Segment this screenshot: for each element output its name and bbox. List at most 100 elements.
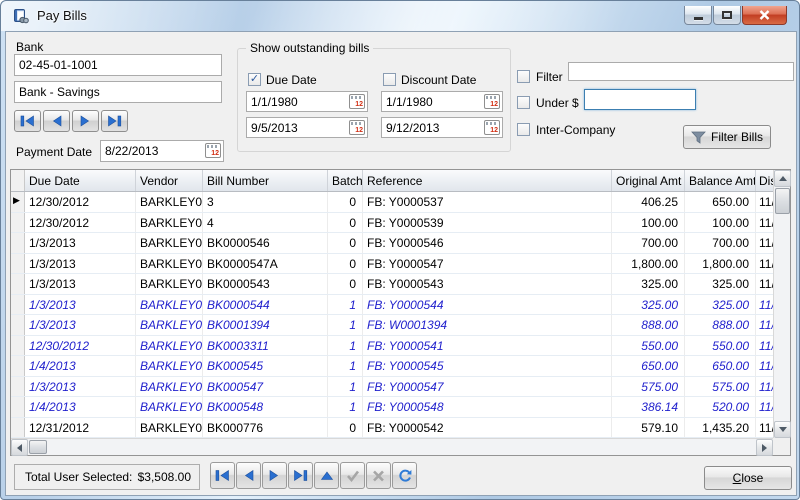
bank-account-input[interactable]: 02-45-01-1001 bbox=[14, 54, 222, 76]
col-reference[interactable]: Reference bbox=[363, 170, 612, 191]
due-date-checkbox-label[interactable]: Due Date bbox=[266, 73, 317, 87]
col-bill-number[interactable]: Bill Number bbox=[203, 170, 328, 191]
calendar-icon[interactable] bbox=[484, 94, 500, 109]
cell-vendor: BARKLEY001 bbox=[136, 295, 203, 315]
previous-record-icon bbox=[50, 115, 63, 127]
scroll-up-button[interactable] bbox=[774, 170, 791, 187]
inter-company-checkbox-label[interactable]: Inter-Company bbox=[536, 123, 615, 137]
grid-row[interactable]: 1/4/2013BARKLEY001BK0005451FB: Y00005456… bbox=[11, 356, 790, 377]
grid-row[interactable]: 1/3/2013BARKLEY001BK00005460FB: Y0000546… bbox=[11, 233, 790, 254]
grid-row[interactable]: 1/3/2013BARKLEY001BK00013941FB: W0001394… bbox=[11, 315, 790, 336]
cell-vendor: BARKLEY001 bbox=[136, 377, 203, 397]
row-pointer: ▶ bbox=[11, 192, 25, 212]
scroll-left-button[interactable] bbox=[11, 439, 28, 456]
cell-vendor: BARKLEY001 bbox=[136, 418, 203, 438]
vertical-scroll-thumb[interactable] bbox=[775, 188, 790, 214]
under-amount-checkbox[interactable] bbox=[517, 96, 530, 109]
first-bill-button[interactable] bbox=[210, 462, 235, 489]
cell-bill-number: BK000545 bbox=[203, 356, 328, 376]
discount-date-checkbox-label[interactable]: Discount Date bbox=[401, 73, 476, 87]
discount-date-checkbox[interactable] bbox=[383, 73, 396, 86]
cell-due-date: 1/4/2013 bbox=[25, 356, 136, 376]
grid-row[interactable]: 12/31/2012BARKLEY001BK0007760FB: Y000054… bbox=[11, 418, 790, 439]
cell-balance-amt: 520.00 bbox=[685, 397, 756, 417]
next-bill-button[interactable] bbox=[262, 462, 287, 489]
discount-date-from-input[interactable]: 1/1/1980 bbox=[381, 91, 503, 112]
previous-record-button[interactable] bbox=[43, 110, 70, 132]
cell-reference: FB: Y0000548 bbox=[363, 397, 612, 417]
scroll-right-icon bbox=[762, 444, 767, 452]
cell-balance-amt: 325.00 bbox=[685, 295, 756, 315]
close-window-button[interactable] bbox=[742, 6, 787, 25]
col-vendor[interactable]: Vendor bbox=[136, 170, 203, 191]
cell-reference: FB: Y0000541 bbox=[363, 336, 612, 356]
horizontal-scrollbar[interactable] bbox=[11, 438, 773, 455]
grid-row[interactable]: 1/3/2013BARKLEY001BK00005430FB: Y0000543… bbox=[11, 274, 790, 295]
due-date-from-input[interactable]: 1/1/1980 bbox=[246, 91, 368, 112]
col-balance-amt[interactable]: Balance Amt bbox=[685, 170, 756, 191]
close-button[interactable]: Close bbox=[704, 466, 792, 490]
window-title: Pay Bills bbox=[37, 8, 87, 23]
scroll-right-button[interactable] bbox=[756, 439, 773, 456]
first-record-button[interactable] bbox=[14, 110, 41, 132]
col-selector bbox=[11, 170, 25, 191]
calendar-icon[interactable] bbox=[349, 120, 365, 135]
cell-balance-amt: 575.00 bbox=[685, 377, 756, 397]
cell-due-date: 1/3/2013 bbox=[25, 274, 136, 294]
under-amount-input[interactable] bbox=[584, 89, 696, 110]
col-batch[interactable]: Batch bbox=[328, 170, 363, 191]
due-date-checkbox[interactable]: ✓ bbox=[248, 73, 261, 86]
minimize-icon bbox=[694, 17, 703, 20]
vertical-scrollbar[interactable] bbox=[773, 170, 790, 438]
cell-batch: 0 bbox=[328, 274, 363, 294]
cell-discount-date: 11/ bbox=[756, 377, 773, 397]
refresh-button[interactable] bbox=[392, 462, 417, 489]
grid-row[interactable]: 1/4/2013BARKLEY001BK0005481FB: Y00005483… bbox=[11, 397, 790, 418]
payment-date-input[interactable]: 8/22/2013 bbox=[100, 140, 224, 162]
calendar-icon[interactable] bbox=[205, 143, 221, 158]
cell-original-amt: 550.00 bbox=[612, 336, 685, 356]
minimize-button[interactable] bbox=[684, 6, 712, 25]
cancel-button[interactable] bbox=[366, 462, 391, 489]
grid-row[interactable]: 12/30/2012BARKLEY00140FB: Y0000539100.00… bbox=[11, 213, 790, 234]
row-pointer bbox=[11, 377, 25, 397]
bank-name-input[interactable]: Bank - Savings bbox=[14, 81, 222, 103]
inter-company-checkbox[interactable] bbox=[517, 123, 530, 136]
cell-due-date: 1/3/2013 bbox=[25, 377, 136, 397]
cell-balance-amt: 650.00 bbox=[685, 356, 756, 376]
cell-discount-date: 11/ bbox=[756, 397, 773, 417]
accept-button[interactable] bbox=[340, 462, 365, 489]
horizontal-scroll-thumb[interactable] bbox=[29, 440, 47, 454]
filter-checkbox-label[interactable]: Filter bbox=[536, 70, 563, 84]
grid-row[interactable]: 1/3/2013BARKLEY001BK0005471FB: Y00005475… bbox=[11, 377, 790, 398]
grid-row[interactable]: 1/3/2013BARKLEY001BK0000547A0FB: Y000054… bbox=[11, 254, 790, 275]
last-bill-button[interactable] bbox=[288, 462, 313, 489]
last-record-button[interactable] bbox=[101, 110, 128, 132]
col-due-date[interactable]: Due Date bbox=[25, 170, 136, 191]
previous-bill-button[interactable] bbox=[236, 462, 261, 489]
cell-original-amt: 1,800.00 bbox=[612, 254, 685, 274]
col-original-amt[interactable]: Original Amt bbox=[612, 170, 685, 191]
grid-row[interactable]: 1/3/2013BARKLEY001BK00005441FB: Y0000544… bbox=[11, 295, 790, 316]
move-up-button[interactable] bbox=[314, 462, 339, 489]
calendar-icon[interactable] bbox=[484, 120, 500, 135]
maximize-button[interactable] bbox=[713, 6, 741, 25]
grid-row[interactable]: ▶12/30/2012BARKLEY00130FB: Y0000537406.2… bbox=[11, 192, 790, 213]
calendar-icon[interactable] bbox=[349, 94, 365, 109]
under-amount-checkbox-label[interactable]: Under $ bbox=[536, 96, 579, 110]
col-discount-date[interactable]: Dis bbox=[756, 170, 773, 191]
title-bar[interactable]: Pay Bills bbox=[1, 1, 799, 31]
total-panel: Total User Selected: $3,508.00 bbox=[14, 464, 200, 490]
filter-input[interactable] bbox=[568, 62, 794, 81]
cell-discount-date: 11/ bbox=[756, 254, 773, 274]
last-bill-icon bbox=[293, 469, 308, 482]
cell-due-date: 1/3/2013 bbox=[25, 315, 136, 335]
filter-bills-button[interactable]: Filter Bills bbox=[683, 125, 771, 149]
due-date-to-input[interactable]: 9/5/2013 bbox=[246, 117, 368, 138]
grid-row[interactable]: 12/30/2012BARKLEY001BK00033111FB: Y00005… bbox=[11, 336, 790, 357]
discount-date-to-input[interactable]: 9/12/2013 bbox=[381, 117, 503, 138]
scroll-down-button[interactable] bbox=[774, 421, 791, 438]
filter-checkbox[interactable] bbox=[517, 70, 530, 83]
next-record-button[interactable] bbox=[72, 110, 99, 132]
cell-batch: 1 bbox=[328, 315, 363, 335]
